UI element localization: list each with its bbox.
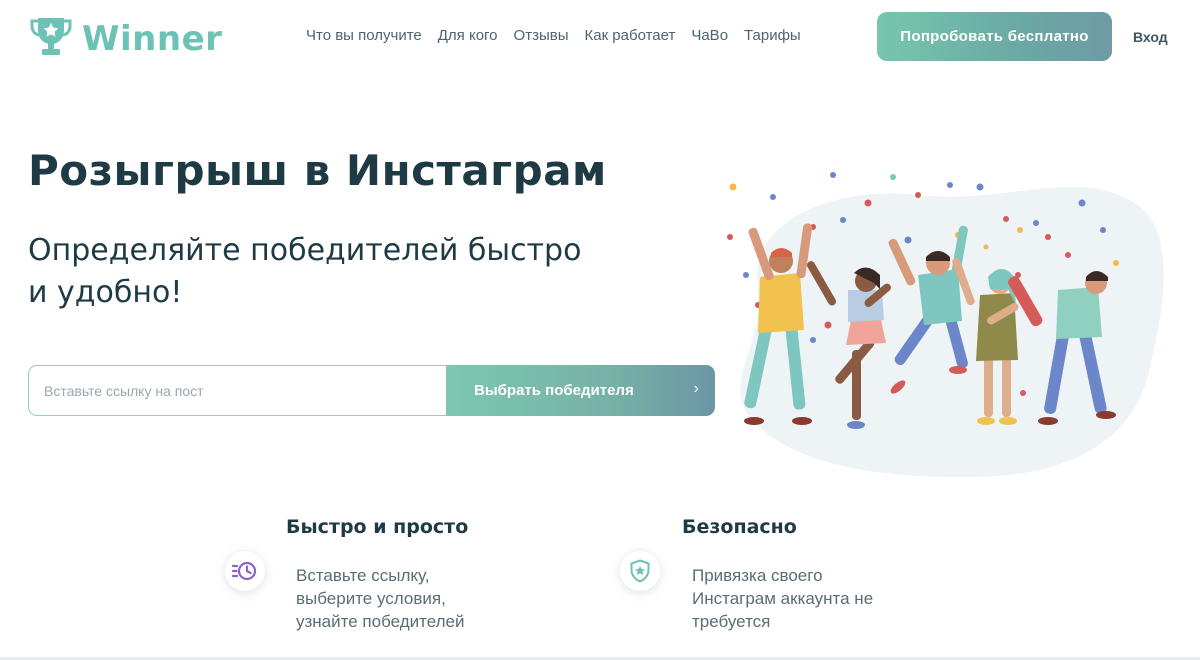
feature-title: Быстро и просто [286, 516, 469, 538]
trophy-star-icon [28, 14, 74, 63]
hero-subtitle: Определяйте победителей быстро и удобно! [28, 230, 628, 314]
site-header: Winner Что вы получите Для кого Отзывы К… [0, 0, 1200, 76]
feature-title: Безопасно [682, 516, 797, 538]
shield-star-icon [620, 551, 660, 591]
nav-item-audience[interactable]: Для кого [438, 27, 498, 44]
nav-item-benefits[interactable]: Что вы получите [306, 27, 422, 44]
login-link[interactable]: Вход [1133, 29, 1168, 45]
feature-text-line: узнайте победителей [296, 612, 465, 631]
logo[interactable]: Winner [28, 14, 222, 63]
hero-subtitle-line-1: Определяйте победителей быстро [28, 233, 582, 268]
nav-item-faq[interactable]: ЧаВо [691, 27, 728, 44]
hero-subtitle-line-2: и удобно! [28, 275, 183, 310]
feature-text-line: Вставьте ссылку, [296, 566, 430, 585]
logo-text: Winner [82, 18, 223, 59]
feature-text: Привязка своего Инстаграм аккаунта не тр… [692, 564, 922, 633]
feature-text-line: выберите условия, [296, 589, 446, 608]
fast-clock-icon [225, 551, 265, 591]
try-free-button[interactable]: Попробовать бесплатно [877, 12, 1112, 61]
nav-item-pricing[interactable]: Тарифы [744, 27, 801, 44]
post-link-form: Выбрать победителя › [28, 365, 715, 416]
nav-item-how-it-works[interactable]: Как работает [584, 27, 675, 44]
main-nav: Что вы получите Для кого Отзывы Как рабо… [306, 27, 801, 44]
feature-text: Вставьте ссылку, выберите условия, узнай… [296, 564, 526, 633]
feature-text-line: требуется [692, 612, 771, 631]
feature-text-line: Привязка своего [692, 566, 823, 585]
celebration-illustration [718, 165, 1168, 485]
nav-item-reviews[interactable]: Отзывы [514, 27, 569, 44]
pick-winner-label: Выбрать победителя [474, 382, 634, 399]
pick-winner-button[interactable]: Выбрать победителя › [446, 365, 715, 416]
page-title: Розыгрыш в Инстаграм [28, 146, 607, 195]
post-link-input[interactable] [28, 365, 446, 416]
feature-text-line: Инстаграм аккаунта не [692, 589, 874, 608]
chevron-right-icon: › [693, 380, 699, 397]
